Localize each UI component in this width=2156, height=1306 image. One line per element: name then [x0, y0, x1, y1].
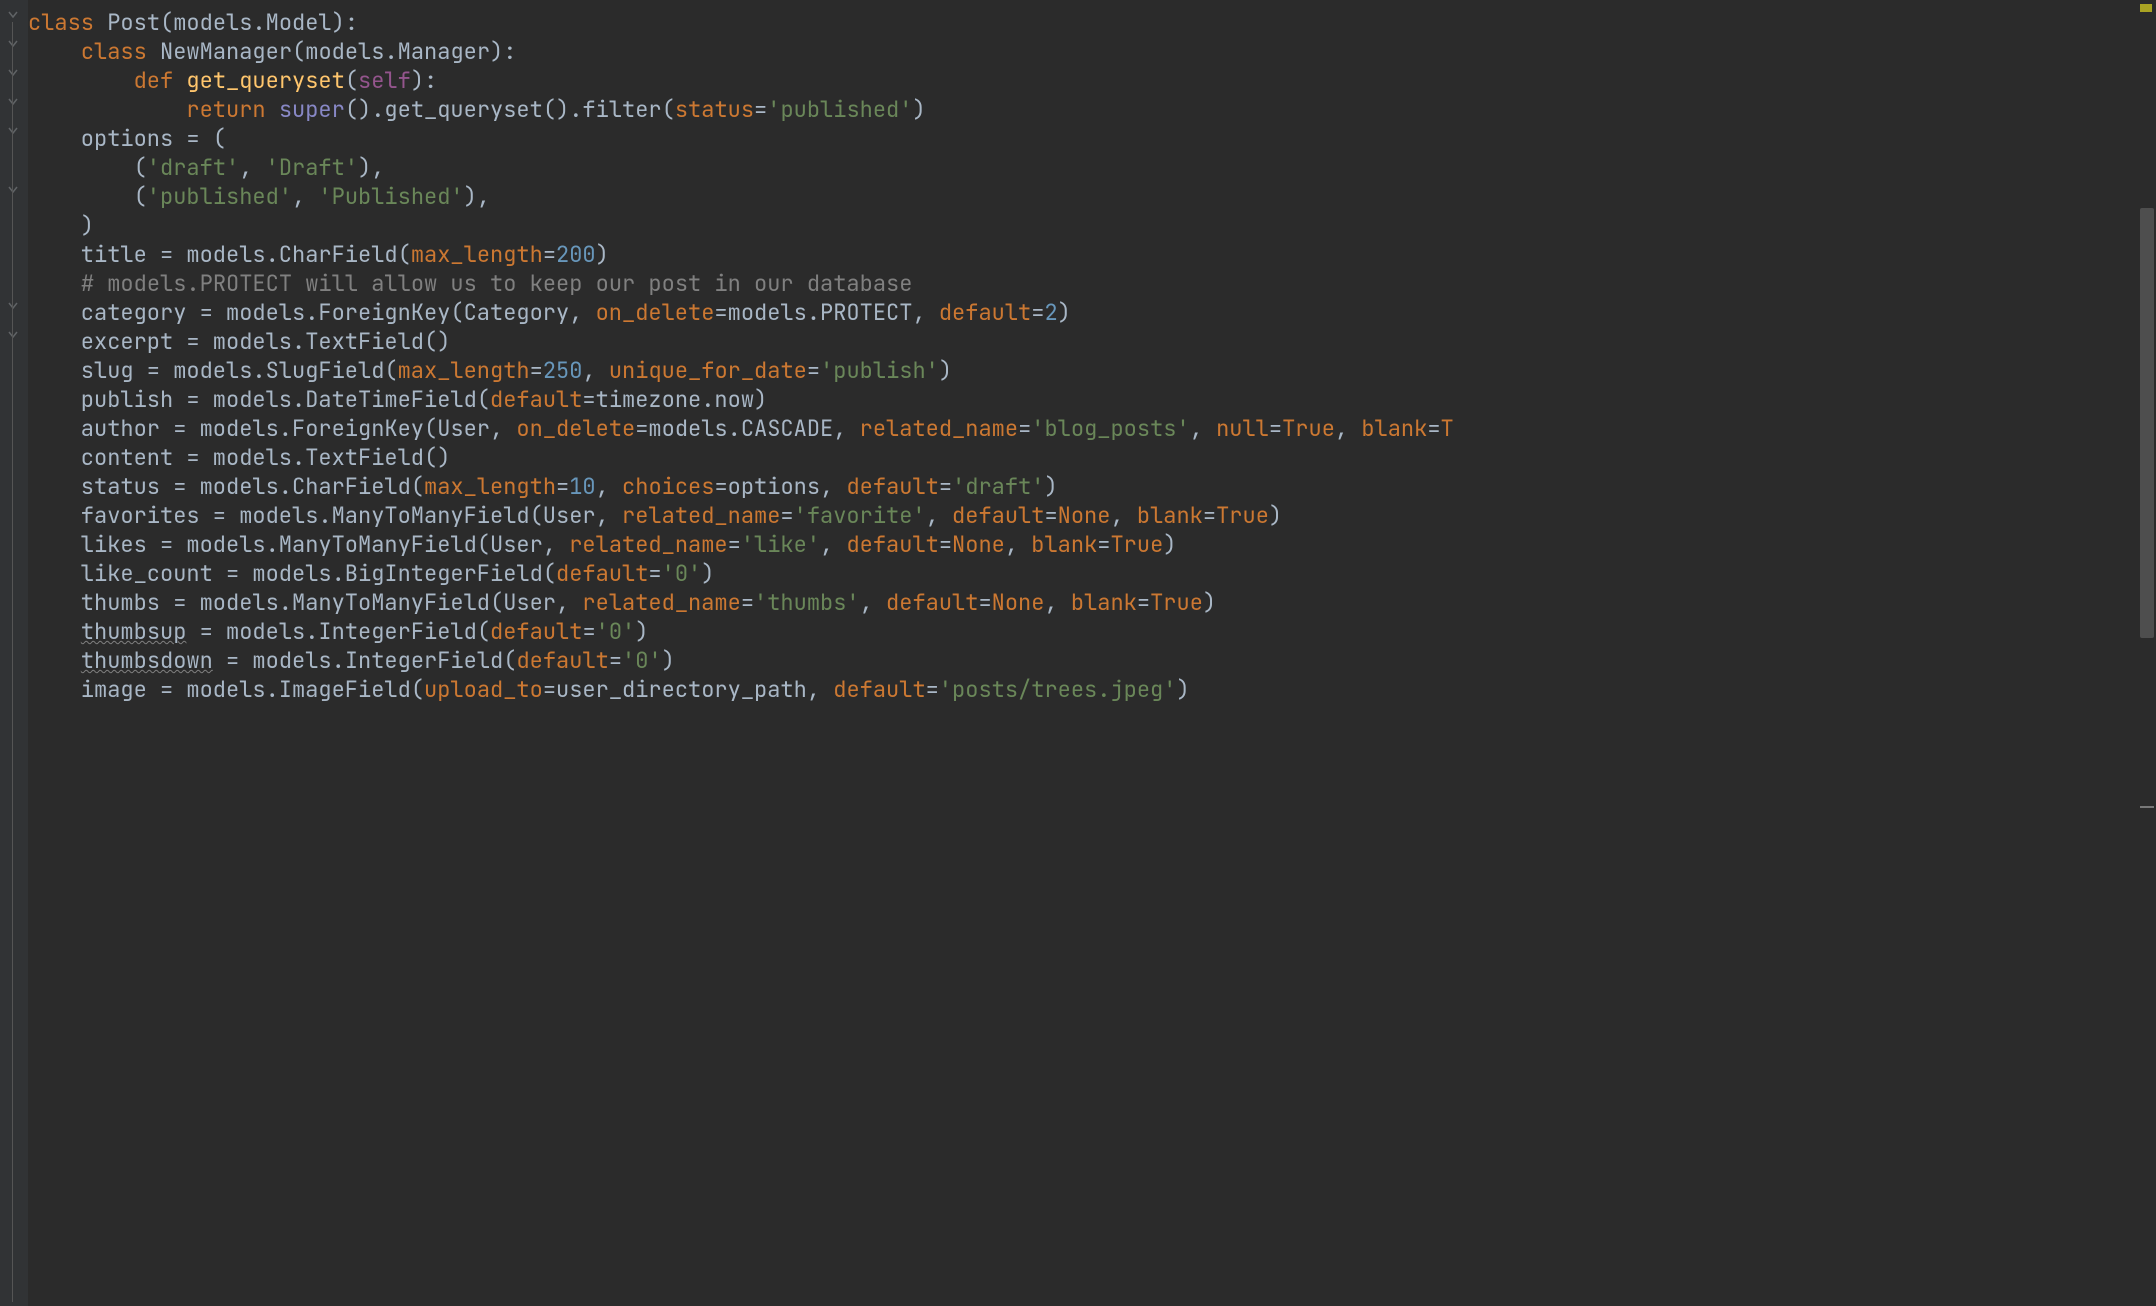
code-line[interactable]: likes = models.ManyToManyField(User, rel… — [28, 530, 2156, 559]
scrollbar-thumb[interactable] — [2140, 208, 2154, 638]
code-line[interactable]: # models.PROTECT will allow us to keep o… — [28, 269, 2156, 298]
code-line[interactable]: title = models.CharField(max_length=200) — [28, 240, 2156, 269]
code-editor-content[interactable]: class Post(models.Model): class NewManag… — [28, 8, 2156, 704]
code-line[interactable]: options = ( — [28, 124, 2156, 153]
fold-toggle-icon[interactable] — [6, 8, 20, 22]
code-line[interactable]: def get_queryset(self): — [28, 66, 2156, 95]
code-line[interactable]: author = models.ForeignKey(User, on_dele… — [28, 414, 2156, 443]
code-line[interactable]: class NewManager(models.Manager): — [28, 37, 2156, 66]
scrollbar-track[interactable] — [2140, 0, 2154, 1306]
code-line[interactable]: excerpt = models.TextField() — [28, 327, 2156, 356]
code-line[interactable]: category = models.ForeignKey(Category, o… — [28, 298, 2156, 327]
fold-toggle-icon[interactable] — [6, 299, 20, 313]
code-line[interactable]: thumbs = models.ManyToManyField(User, re… — [28, 588, 2156, 617]
warning-marker[interactable] — [2140, 4, 2152, 12]
code-line[interactable]: content = models.TextField() — [28, 443, 2156, 472]
code-line[interactable]: class Post(models.Model): — [28, 8, 2156, 37]
fold-toggle-icon[interactable] — [6, 95, 20, 109]
code-line[interactable]: slug = models.SlugField(max_length=250, … — [28, 356, 2156, 385]
code-line[interactable]: image = models.ImageField(upload_to=user… — [28, 675, 2156, 704]
code-line[interactable]: return super().get_queryset().filter(sta… — [28, 95, 2156, 124]
code-line[interactable]: favorites = models.ManyToManyField(User,… — [28, 501, 2156, 530]
editor-gutter — [0, 0, 28, 1306]
code-line[interactable]: thumbsup = models.IntegerField(default='… — [28, 617, 2156, 646]
code-line[interactable]: ('draft', 'Draft'), — [28, 153, 2156, 182]
fold-toggle-icon[interactable] — [6, 66, 20, 80]
code-line[interactable]: like_count = models.BigIntegerField(defa… — [28, 559, 2156, 588]
code-marker — [2140, 806, 2154, 808]
fold-toggle-icon[interactable] — [6, 37, 20, 51]
fold-toggle-icon[interactable] — [6, 183, 20, 197]
code-line[interactable]: status = models.CharField(max_length=10,… — [28, 472, 2156, 501]
code-line[interactable]: ) — [28, 211, 2156, 240]
fold-toggle-icon[interactable] — [6, 328, 20, 342]
fold-toggle-icon[interactable] — [6, 124, 20, 138]
code-line[interactable]: ('published', 'Published'), — [28, 182, 2156, 211]
code-line[interactable]: publish = models.DateTimeField(default=t… — [28, 385, 2156, 414]
fold-guide-line — [12, 22, 13, 1302]
code-line[interactable]: thumbsdown = models.IntegerField(default… — [28, 646, 2156, 675]
